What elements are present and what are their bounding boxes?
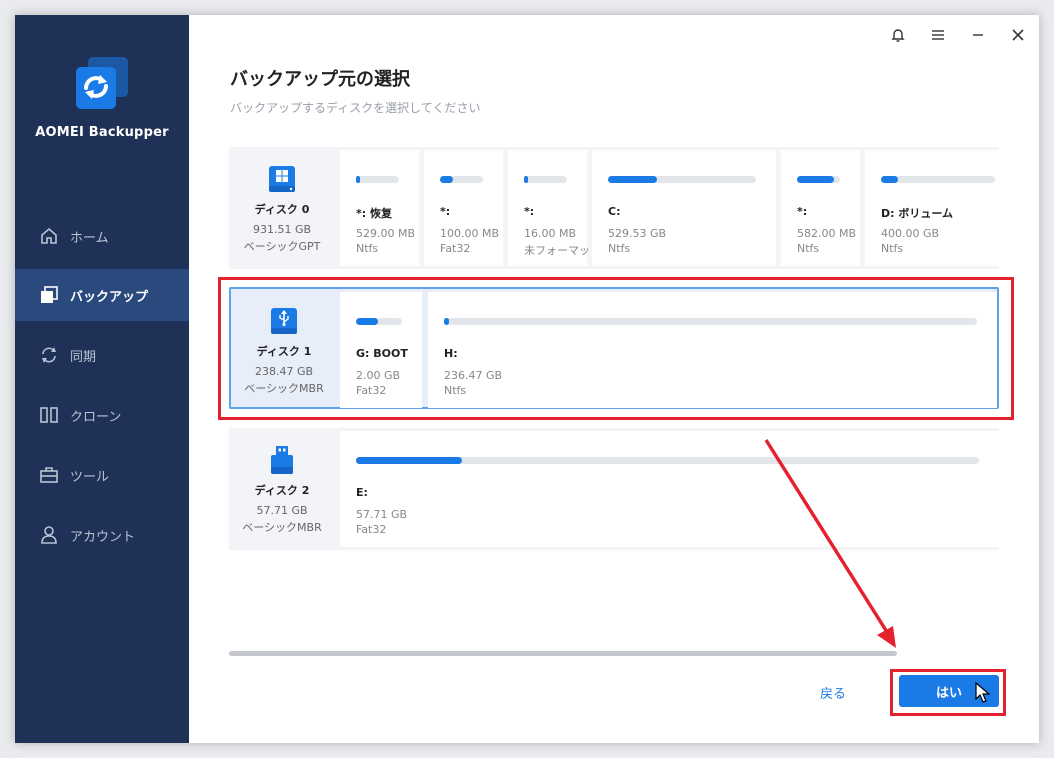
close-button[interactable]: [1008, 25, 1028, 45]
usb-stick-icon: [271, 446, 293, 474]
sidebar-item-label: ツール: [70, 469, 110, 485]
sidebar-item-label: クローン: [70, 409, 122, 425]
partition-size: 529.53 GB: [608, 227, 667, 240]
partition-usage-fill: [440, 176, 453, 183]
partition-card[interactable]: *: 582.00 MB Ntfs: [781, 150, 860, 266]
page-subtitle: バックアップするディスクを選択してください: [230, 101, 481, 115]
sidebar-item-clone[interactable]: クローン: [15, 389, 189, 441]
disk-type: ベーシックGPT: [243, 240, 321, 253]
partition-card[interactable]: *: 100.00 MB Fat32: [424, 150, 503, 266]
app-window: AOMEI Backupper ホーム バックアップ 同期 クローン ツール ア…: [15, 15, 1039, 743]
horizontal-scrollbar[interactable]: [229, 651, 897, 656]
home-icon: [38, 225, 60, 247]
backup-icon: [38, 284, 60, 306]
partition-filesystem: Ntfs: [608, 242, 631, 255]
partition-size: 400.00 GB: [881, 227, 940, 240]
partition-card[interactable]: *: 16.00 MB 未フォーマット: [508, 150, 601, 266]
menu-icon: [932, 30, 944, 40]
partition-usage-bar: [356, 457, 979, 464]
tools-icon: [38, 464, 60, 486]
partition-card[interactable]: C: 529.53 GB Ntfs: [592, 150, 776, 266]
partition-label: E:: [356, 486, 368, 499]
sidebar-item-backup[interactable]: バックアップ: [15, 269, 189, 321]
sidebar-item-label: バックアップ: [70, 289, 149, 305]
close-icon: [1012, 29, 1024, 41]
disk-row-0[interactable]: ディスク 0 931.51 GB ベーシックGPT *: 恢复 529.00 MB…: [229, 147, 999, 269]
bell-icon: [891, 29, 905, 42]
hdd-windows-icon: [269, 166, 295, 192]
page-title: バックアップ元の選択: [230, 69, 410, 90]
mouse-cursor-icon: [975, 682, 991, 703]
partition-filesystem: Ntfs: [881, 242, 904, 255]
selection-highlight-annotation: [218, 277, 1014, 420]
minimize-button[interactable]: [968, 25, 988, 45]
sidebar-item-label: ホーム: [70, 230, 109, 246]
partition-usage-fill: [881, 176, 899, 183]
partition-filesystem: Fat32: [356, 523, 387, 536]
partition-card[interactable]: *: 恢复 529.00 MB Ntfs: [340, 150, 419, 266]
partition-filesystem: Ntfs: [797, 242, 820, 255]
notification-button[interactable]: [888, 25, 908, 45]
sidebar-item-label: アカウント: [70, 529, 136, 545]
disk-type: ベーシックMBR: [242, 521, 322, 534]
partition-usage-fill: [356, 457, 462, 464]
partition-usage-fill: [608, 176, 657, 183]
partition-usage-bar: [356, 176, 399, 183]
partition-label: *:: [440, 205, 451, 218]
partition-usage-fill: [356, 176, 360, 183]
partition-label: *:: [797, 205, 808, 218]
minimize-icon: [973, 34, 983, 36]
sidebar-item-home[interactable]: ホーム: [15, 210, 189, 262]
partition-filesystem: Ntfs: [356, 242, 379, 255]
disk-info: ディスク 0 931.51 GB ベーシックGPT: [229, 147, 335, 269]
partition-filesystem: Fat32: [440, 242, 471, 255]
clone-icon: [38, 404, 60, 426]
partition-usage-bar: [524, 176, 567, 183]
sidebar-item-account[interactable]: アカウント: [15, 509, 189, 561]
partition-filesystem: 未フォーマット: [524, 244, 601, 257]
menu-button[interactable]: [928, 25, 948, 45]
back-button[interactable]: 戻る: [820, 683, 846, 702]
disk-name: ディスク 0: [254, 203, 310, 216]
partition-usage-fill: [797, 176, 834, 183]
sync-icon: [38, 344, 60, 366]
partition-usage-fill: [524, 176, 528, 183]
disk-row-2[interactable]: ディスク 2 57.71 GB ベーシックMBR E: 57.71 GB Fat32: [229, 428, 999, 550]
partition-card[interactable]: E: 57.71 GB Fat32: [340, 431, 999, 547]
sidebar-item-sync[interactable]: 同期: [15, 329, 189, 381]
partition-usage-bar: [440, 176, 483, 183]
disk-name: ディスク 2: [254, 484, 310, 497]
partition-usage-bar: [881, 176, 995, 183]
account-icon: [38, 524, 60, 546]
disk-size: 931.51 GB: [252, 223, 312, 236]
partition-size: 57.71 GB: [356, 508, 408, 521]
aomei-logo-icon: [76, 57, 128, 109]
partition-label: C:: [608, 205, 621, 218]
partition-size: 582.00 MB: [797, 227, 857, 240]
app-name: AOMEI Backupper: [35, 125, 169, 140]
sidebar: AOMEI Backupper ホーム バックアップ 同期 クローン ツール ア…: [15, 15, 189, 743]
disk-size: 57.71 GB: [256, 504, 308, 517]
partition-label: *: 恢复: [356, 207, 392, 220]
partition-label: *:: [524, 205, 535, 218]
sidebar-item-label: 同期: [70, 349, 97, 365]
sidebar-item-tools[interactable]: ツール: [15, 449, 189, 501]
disk-info: ディスク 2 57.71 GB ベーシックMBR: [229, 428, 335, 550]
partition-card[interactable]: D: ボリューム 400.00 GB Ntfs: [865, 150, 999, 266]
partition-size: 16.00 MB: [524, 227, 577, 240]
partition-usage-bar: [608, 176, 756, 183]
partition-size: 100.00 MB: [440, 227, 500, 240]
partition-usage-bar: [797, 176, 840, 183]
partition-label: D: ボリューム: [881, 207, 954, 220]
partition-size: 529.00 MB: [356, 227, 416, 240]
